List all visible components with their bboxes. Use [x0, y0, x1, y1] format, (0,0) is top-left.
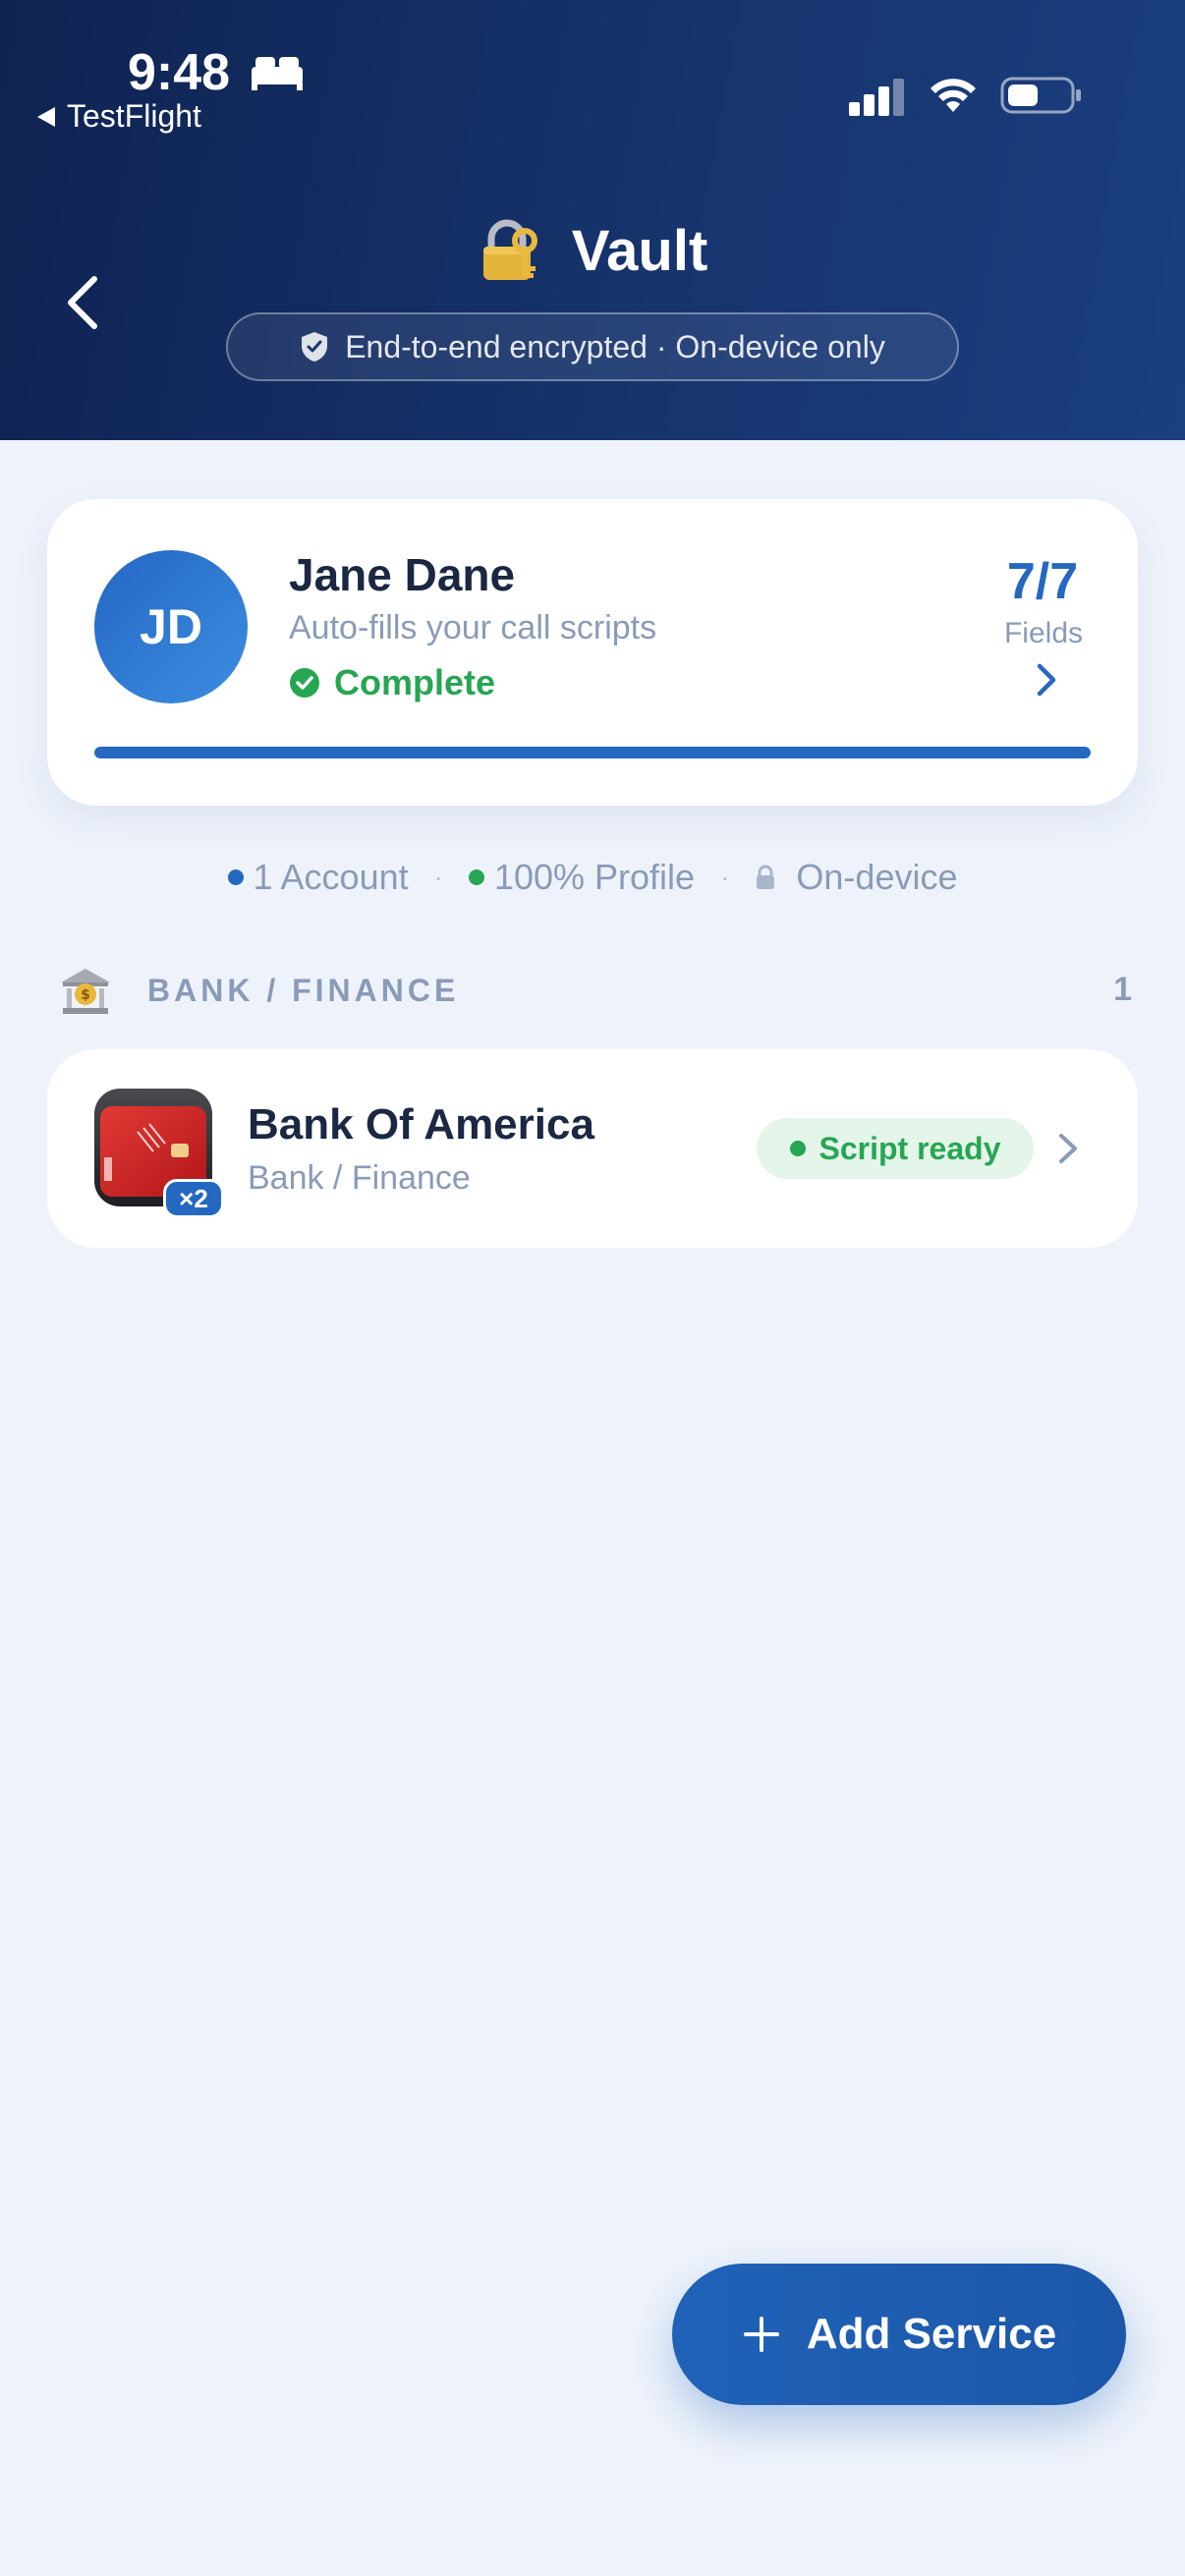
script-status-label: Script ready — [818, 1130, 1001, 1166]
page-title: Vault — [571, 219, 708, 283]
blue-dot-icon — [227, 869, 244, 885]
service-name: Bank Of America — [248, 1100, 594, 1148]
back-to-app-link[interactable]: TestFlight — [35, 98, 201, 135]
signal-icon — [849, 79, 904, 116]
page-title-row: Vault — [0, 218, 1185, 284]
section-header: $ BANK / FINANCE 1 — [59, 963, 1136, 1020]
lock-with-key-icon — [482, 219, 537, 280]
profile-card[interactable]: JD Jane Dane Auto-fills your call script… — [47, 499, 1138, 806]
profile-progress-fill — [94, 747, 1091, 758]
plus-icon — [743, 2317, 779, 2352]
check-circle-icon — [290, 668, 319, 698]
stat-accounts: 1 Account — [227, 857, 409, 898]
service-category: Bank / Finance — [248, 1159, 471, 1197]
profile-status: Complete — [289, 662, 495, 703]
stat-profile: 100% Profile — [468, 857, 696, 898]
fields-count: 7/7 — [1006, 553, 1079, 610]
add-service-label: Add Service — [806, 2310, 1057, 2358]
encryption-badge: End-to-end encrypted · On-device only — [226, 312, 959, 381]
bed-icon — [252, 57, 303, 90]
header: 9:48 TestFlight Vault End-to-end encrypt… — [0, 0, 1185, 440]
lock-icon — [757, 865, 775, 889]
green-dot-icon — [468, 869, 484, 885]
status-time: 9:48 — [128, 44, 231, 101]
shield-check-icon — [302, 332, 328, 362]
encryption-label: End-to-end encrypted · On-device only — [345, 328, 885, 364]
separator: · — [433, 862, 443, 892]
back-app-label: TestFlight — [67, 98, 201, 134]
stat-profile-label: 100% Profile — [493, 857, 696, 897]
stat-accounts-label: 1 Account — [253, 857, 409, 897]
chevron-right-icon[interactable] — [1057, 1132, 1079, 1165]
add-service-button[interactable]: Add Service — [672, 2264, 1126, 2405]
profile-status-label: Complete — [334, 662, 496, 702]
count-badge: ×2 — [163, 1179, 224, 1218]
section-count: 1 — [1113, 971, 1132, 1008]
bank-icon: $ — [61, 969, 110, 1014]
profile-progress-bar — [94, 747, 1091, 758]
back-triangle-icon — [37, 106, 55, 127]
profile-subtitle: Auto-fills your call scripts — [289, 609, 657, 646]
avatar: JD — [94, 550, 248, 703]
chevron-right-icon[interactable] — [1034, 662, 1059, 698]
wifi-icon — [931, 79, 976, 112]
stat-storage-label: On-device — [796, 857, 958, 897]
stats-row: 1 Account · 100% Profile · On-device — [0, 857, 1185, 898]
section-title: BANK / FINANCE — [147, 973, 460, 1008]
service-card-bank-of-america[interactable]: ×2 Bank Of America Bank / Finance Script… — [47, 1049, 1138, 1248]
green-dot-icon — [789, 1141, 806, 1156]
svg-text:$: $ — [81, 987, 90, 1003]
stat-storage: On-device — [755, 857, 957, 898]
profile-name: Jane Dane — [289, 549, 516, 600]
fields-label: Fields — [1003, 617, 1084, 649]
separator: · — [720, 862, 730, 892]
battery-icon — [1000, 77, 1081, 114]
script-status-badge: Script ready — [757, 1118, 1034, 1179]
